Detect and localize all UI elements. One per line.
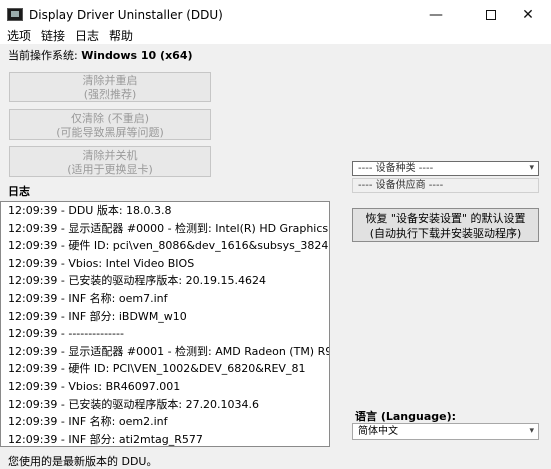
button-sublabel: (可能导致黑屏等问题) [56, 126, 164, 139]
status-text: 您使用的是最新版本的 DDU。 [8, 455, 158, 468]
language-select[interactable]: 简体中文 ▾ [352, 423, 539, 440]
log-line[interactable]: 12:09:39 - 显示适配器 #0001 - 检测到: AMD Radeon… [1, 343, 329, 361]
menu-log[interactable]: 日志 [75, 27, 99, 44]
log-line[interactable]: 12:09:39 - INF 名称: oem7.inf [1, 290, 329, 308]
log-line[interactable]: 12:09:39 - 硬件 ID: pci\ven_8086&dev_1616&… [1, 237, 329, 255]
menu-help[interactable]: 帮助 [109, 27, 133, 44]
maximize-icon [486, 10, 496, 20]
app-icon [7, 8, 23, 21]
log-line[interactable]: 12:09:39 - 硬件 ID: PCI\VEN_1002&DEV_6820&… [1, 360, 329, 378]
os-label: 当前操作系统: [8, 49, 82, 62]
window-title: Display Driver Uninstaller (DDU) [29, 8, 223, 22]
os-value: Windows 10 (x64) [81, 49, 193, 62]
log-line[interactable]: 12:09:39 - 已安装的驱动程序版本: 20.19.15.4624 [1, 272, 329, 290]
log-line[interactable]: 12:09:39 - -------------- [1, 325, 329, 343]
device-vendor-select[interactable]: ---- 设备供应商 ---- [352, 178, 539, 193]
language-value: 简体中文 [358, 426, 398, 437]
log-line[interactable]: 12:09:39 - 显示适配器 #0000 - 检测到: Intel(R) H… [1, 220, 329, 238]
button-label: 清除并重启 [82, 74, 138, 87]
button-sublabel: (适用于更换显卡) [67, 163, 153, 176]
restore-default-settings-button[interactable]: 恢复 "设备安装设置" 的默认设置 (自动执行下载并安装驱动程序) [352, 208, 539, 242]
menu-bar: 选项 链接 日志 帮助 [0, 27, 551, 44]
clean-and-restart-button[interactable]: 清除并重启 (强烈推荐) [9, 72, 211, 102]
log-line[interactable]: 12:09:39 - DDU 版本: 18.0.3.8 [1, 202, 329, 220]
clean-and-shutdown-button[interactable]: 清除并关机 (适用于更换显卡) [9, 146, 211, 177]
log-list[interactable]: 12:09:39 - DDU 版本: 18.0.3.8 12:09:39 - 显示… [0, 201, 330, 447]
log-line[interactable]: 12:09:39 - INF 部分: iBDWM_w10 [1, 308, 329, 326]
button-label: 清除并关机 [82, 149, 138, 162]
chevron-down-icon: ▾ [529, 426, 534, 436]
chevron-down-icon: ▾ [529, 163, 534, 173]
log-heading: 日志 [8, 185, 30, 198]
log-line[interactable]: 12:09:39 - Vbios: Intel Video BIOS [1, 255, 329, 273]
button-label: 恢复 "设备安装设置" 的默认设置 [365, 212, 526, 225]
device-type-value: ---- 设备种类 ---- [358, 163, 434, 174]
os-info: 当前操作系统: Windows 10 (x64) [8, 47, 193, 63]
menu-options[interactable]: 选项 [7, 27, 31, 44]
button-label: 仅清除 (不重启) [70, 112, 150, 125]
clean-only-button[interactable]: 仅清除 (不重启) (可能导致黑屏等问题) [9, 109, 211, 140]
button-sublabel: (自动执行下载并安装驱动程序) [369, 227, 522, 240]
log-line[interactable]: 12:09:39 - Vbios: BR46097.001 [1, 378, 329, 396]
device-type-select[interactable]: ---- 设备种类 ---- ▾ [352, 161, 539, 176]
menu-links[interactable]: 链接 [41, 27, 65, 44]
close-button[interactable]: ✕ [505, 0, 551, 30]
language-label: 语言 (Language): [355, 410, 457, 423]
log-line[interactable]: 12:09:39 - INF 名称: oem2.inf [1, 413, 329, 431]
log-line[interactable]: 12:09:39 - 已安装的驱动程序版本: 27.20.1034.6 [1, 396, 329, 414]
button-sublabel: (强烈推荐) [83, 88, 137, 101]
device-vendor-value: ---- 设备供应商 ---- [358, 180, 444, 191]
minimize-button[interactable]: — [413, 0, 459, 30]
title-bar: Display Driver Uninstaller (DDU) — ✕ [0, 0, 551, 30]
log-line[interactable]: 12:09:39 - INF 部分: ati2mtag_R577 [1, 431, 329, 446]
